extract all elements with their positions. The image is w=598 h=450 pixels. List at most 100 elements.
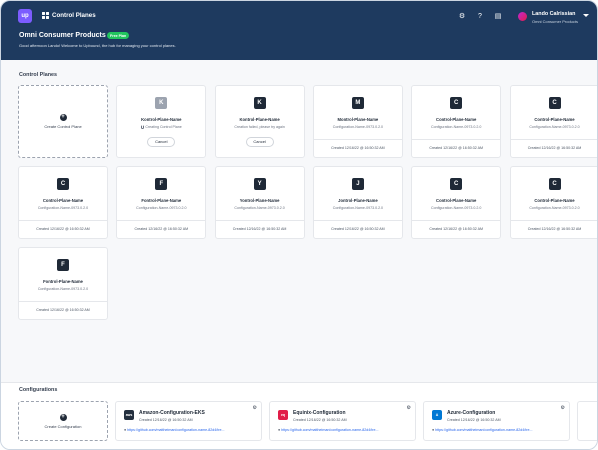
control-plane-card[interactable]: C Control-Plane-Name Configuration-Name-09…	[411, 166, 502, 239]
github-icon: ●	[278, 428, 281, 432]
divider	[19, 301, 107, 302]
control-plane-card[interactable]: F Fontrol-Plane-Name Configuration-Name-09…	[116, 166, 207, 239]
control-plane-card[interactable]: M Montrol-Plane-Name Configuration-Name-09…	[312, 85, 403, 158]
repo-link[interactable]: ●https://github.com/mattheiman/configura…	[278, 428, 416, 432]
configuration-card-partial[interactable]	[577, 401, 597, 441]
control-plane-name[interactable]: Montrol-Plane-Name	[314, 117, 402, 122]
control-plane-card[interactable]: C Control-Plane-Name Configuration-Name-09…	[411, 85, 502, 158]
control-plane-name[interactable]: Yontrol-Plane-Name	[216, 198, 304, 203]
configuration-name[interactable]: Amazon-Configuration-EKS	[139, 410, 205, 416]
control-plane-subtitle-text: Configuration-Name-0973.0.2.0	[37, 287, 89, 291]
control-plane-card[interactable]: C Control-Plane-Name Configuration-Name-09…	[509, 166, 598, 239]
control-plane-subtitle-text: Configuration-Name-0973.0.2.0	[37, 206, 89, 210]
control-plane-subtitle: Configuration-Name-0973.0.2.0	[412, 206, 500, 210]
cancel-button[interactable]: Cancel	[147, 137, 176, 147]
control-plane-subtitle-text: Configuration-Name-0973.0.2.0	[431, 125, 482, 129]
control-plane-card[interactable]: J Jontrol-Plane-Name Configuration-Name-09…	[312, 166, 403, 239]
user-name[interactable]: Lando Calrissian	[532, 11, 575, 17]
created-timestamp: Created 12/16/22 @ 16:50:32 AM	[527, 146, 582, 150]
control-plane-subtitle: Configuration-Name-0973.0.2.0	[19, 206, 107, 210]
chevron-down-icon[interactable]	[583, 14, 589, 17]
user-org: Omni Consumer Products	[532, 19, 579, 24]
greeting-text: Good afternoon Lando! Welcome to Upbound…	[19, 43, 176, 48]
configuration-card[interactable]: aws Amazon-Configuration-EKS Created 12/16…	[115, 401, 262, 441]
control-plane-subtitle: Configuration-Name-0973.0.2.0	[511, 125, 598, 129]
create-control-plane-card[interactable]: + Create Control Plane	[18, 85, 108, 158]
control-plane-card[interactable]: K Kontrol-Plane-Name Creation failed, plea…	[214, 85, 305, 158]
divider	[412, 139, 501, 140]
control-plane-subtitle-text: Configuration-Name-0973.0.2.0	[332, 125, 384, 129]
repo-link[interactable]: ●https://github.com/mattheiman/configura…	[432, 428, 570, 432]
control-planes-heading: Control Planes	[19, 72, 58, 78]
control-plane-icon: F	[155, 178, 168, 190]
created-timestamp: Created 12/16/22 @ 16:50:32 AM	[527, 227, 582, 231]
create-control-plane-label: Create Control Plane	[44, 124, 82, 129]
help-icon[interactable]: ?	[476, 13, 484, 21]
control-plane-subtitle: Configuration-Name-0973.0.2.0	[19, 287, 107, 291]
create-configuration-card[interactable]: + Create Configuration	[18, 401, 108, 441]
repo-link[interactable]: ●https://github.com/mattheiman/configura…	[124, 428, 262, 432]
control-plane-name[interactable]: Jontrol-Plane-Name	[314, 198, 402, 203]
divider	[510, 220, 597, 221]
control-plane-name[interactable]: Fontrol-Plane-Name	[19, 279, 107, 284]
gear-icon[interactable]: ⚙	[458, 13, 466, 21]
gear-icon[interactable]: ⚙	[407, 405, 411, 411]
control-plane-subtitle-text: Configuration-Name-0973.0.2.0	[332, 206, 384, 210]
avatar[interactable]	[518, 12, 527, 21]
divider	[313, 139, 402, 140]
created-timestamp: Created 12/16/22 @ 16:50:32 AM	[429, 227, 483, 231]
repo-link-text[interactable]: https://github.com/mattheiman/configurat…	[435, 428, 532, 432]
control-plane-card[interactable]: K Kontrol-Plane-Name Creating Control Plan…	[116, 85, 207, 158]
control-plane-name[interactable]: Control-Plane-Name	[412, 117, 500, 122]
control-plane-icon: C	[548, 178, 561, 190]
control-plane-subtitle: Configuration-Name-0973.0.2.0	[117, 206, 205, 210]
org-title: Omni Consumer Products	[19, 32, 106, 39]
gear-icon[interactable]: ⚙	[253, 405, 257, 411]
control-plane-subtitle: Creation failed, please try again	[216, 125, 304, 129]
control-plane-icon: M	[351, 97, 364, 109]
control-plane-name[interactable]: Kontrol-Plane-Name	[216, 117, 304, 122]
configuration-name[interactable]: Equinix-Configuration	[293, 410, 346, 416]
divider	[313, 220, 402, 221]
control-plane-subtitle-text: Configuration-Name-0973.0.2.0	[431, 206, 482, 210]
configuration-card[interactable]: eq Equinix-Configuration Created 12/16/22 …	[269, 401, 416, 441]
github-icon: ●	[124, 428, 127, 432]
control-plane-subtitle: Creating Control Plane	[117, 125, 205, 129]
app-window: up Control Planes ⚙ ? ▤ Lando Calrissian…	[0, 0, 598, 450]
app-switcher[interactable]: Control Planes	[42, 12, 96, 19]
cancel-button[interactable]: Cancel	[245, 137, 274, 147]
provider-logo-icon: aws	[124, 410, 134, 420]
control-plane-name[interactable]: Control-Plane-Name	[412, 198, 500, 203]
spinner-icon	[140, 125, 145, 129]
control-plane-subtitle-text: Configuration-Name-0973.0.2.0	[529, 125, 580, 129]
control-plane-name[interactable]: Kontrol-Plane-Name	[117, 117, 205, 122]
created-timestamp: Created 12/16/22 @ 16:50:32 AM	[134, 227, 189, 231]
gear-icon[interactable]: ⚙	[561, 405, 565, 411]
control-plane-subtitle-text: Configuration-Name-0973.0.2.0	[136, 206, 187, 210]
control-plane-card[interactable]: C Control-Plane-Name Configuration-Name-09…	[509, 85, 598, 158]
grid-icon	[42, 12, 49, 19]
divider	[510, 139, 597, 140]
configuration-name[interactable]: Azure-Configuration	[447, 410, 495, 416]
control-plane-card[interactable]: C Control-Plane-Name Configuration-Name-09…	[18, 166, 108, 239]
control-plane-name[interactable]: Fontrol-Plane-Name	[117, 198, 205, 203]
repo-link-text[interactable]: https://github.com/mattheiman/configurat…	[281, 428, 378, 432]
control-plane-name[interactable]: Control-Plane-Name	[511, 198, 598, 203]
control-plane-icon: K	[155, 97, 168, 109]
control-plane-icon: C	[548, 97, 561, 109]
control-plane-card[interactable]: Y Yontrol-Plane-Name Configuration-Name-09…	[214, 166, 305, 239]
repo-link-text[interactable]: https://github.com/mattheiman/configurat…	[127, 428, 224, 432]
control-plane-icon: C	[450, 178, 463, 190]
control-plane-name[interactable]: Control-Plane-Name	[19, 198, 107, 203]
created-timestamp: Created 12/16/22 @ 16:50:32 AM	[331, 227, 385, 231]
store-icon[interactable]: ▤	[494, 13, 502, 21]
created-timestamp: Created 12/16/22 @ 16:50:32 AM	[447, 418, 501, 422]
control-plane-subtitle-text: Configuration-Name-0973.0.2.0	[234, 206, 285, 210]
control-plane-subtitle: Configuration-Name-0973.0.2.0	[314, 125, 402, 129]
app-switcher-label: Control Planes	[52, 12, 96, 19]
control-plane-card[interactable]: F Fontrol-Plane-Name Configuration-Name-09…	[18, 247, 108, 320]
control-plane-name[interactable]: Control-Plane-Name	[511, 117, 598, 122]
control-plane-icon: K	[253, 97, 266, 109]
upbound-logo[interactable]: up	[18, 9, 32, 23]
configuration-card[interactable]: A Azure-Configuration Created 12/16/22 @ 1…	[423, 401, 570, 441]
